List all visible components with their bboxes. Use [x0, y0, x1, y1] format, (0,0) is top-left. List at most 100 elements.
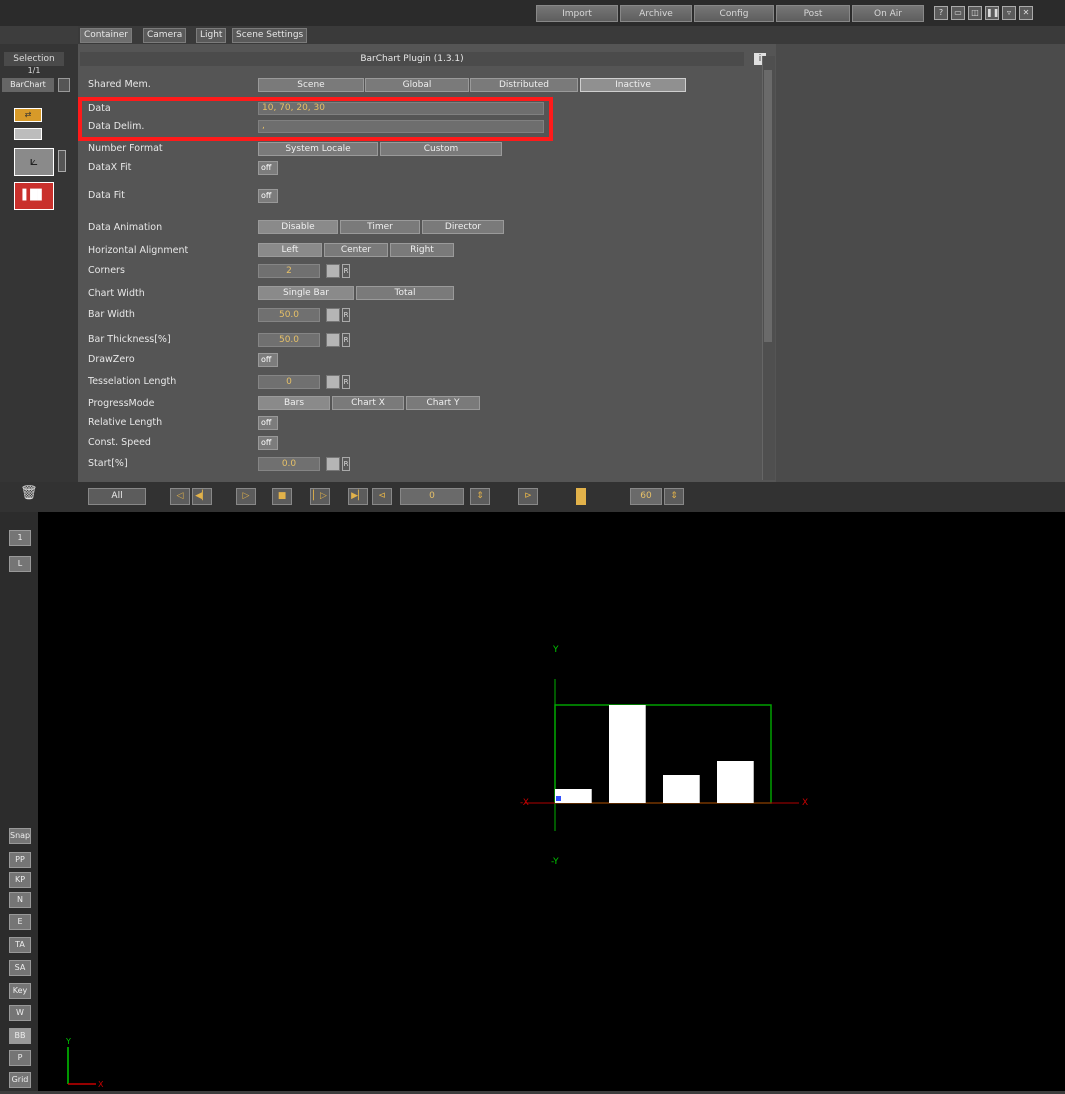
render-viewport[interactable]: Y -Y X -X Y X	[38, 512, 1065, 1091]
n-button[interactable]: N	[9, 892, 31, 908]
pause-icon[interactable]: ❚❚	[985, 6, 999, 20]
neg-x-axis-label: -X	[520, 798, 529, 808]
w-button[interactable]: W	[9, 1005, 31, 1021]
p-button[interactable]: P	[9, 1050, 31, 1066]
container-icon[interactable]: ⇄	[14, 108, 42, 122]
tab-container[interactable]: Container	[80, 28, 132, 43]
bb-button[interactable]: BB	[9, 1028, 31, 1044]
layout-icon[interactable]: ◫	[968, 6, 982, 20]
right-panel	[776, 44, 1065, 482]
post-button[interactable]: Post	[776, 5, 850, 22]
grid-button[interactable]: Grid	[9, 1072, 31, 1088]
data-animation-disable[interactable]: Disable	[258, 220, 338, 234]
align-center[interactable]: Center	[324, 243, 388, 257]
draw-zero-toggle[interactable]: off	[258, 353, 278, 367]
bar-thickness-input[interactable]: 50.0	[258, 333, 320, 347]
bar-thickness-reset[interactable]: R	[342, 333, 350, 347]
shared-mem-inactive[interactable]: Inactive	[580, 78, 686, 92]
start-reset[interactable]: R	[342, 457, 350, 471]
chart-axis-icon[interactable]: ⟀	[14, 148, 54, 176]
sa-button[interactable]: SA	[9, 960, 31, 976]
timeline-filter[interactable]: All	[88, 488, 146, 505]
help-icon[interactable]: ?	[934, 6, 948, 20]
play-icon[interactable]: ▷	[236, 488, 256, 505]
pp-button[interactable]: PP	[9, 852, 31, 868]
selection-stepper[interactable]	[58, 78, 70, 92]
progress-mode-bars[interactable]: Bars	[258, 396, 330, 410]
frame-spinner[interactable]: ⇕	[470, 488, 490, 505]
number-format-system-locale[interactable]: System Locale	[258, 142, 378, 156]
progress-mode-chart-y[interactable]: Chart Y	[406, 396, 480, 410]
tab-scene-settings[interactable]: Scene Settings	[232, 28, 308, 43]
end-frame-spinner[interactable]: ⇕	[664, 488, 684, 505]
minimize-icon[interactable]: ▿	[1002, 6, 1016, 20]
gizmo-x-label: X	[98, 1080, 104, 1089]
data-animation-director[interactable]: Director	[422, 220, 504, 234]
const-speed-label: Const. Speed	[88, 437, 151, 448]
go-end-icon[interactable]: ▶▏	[348, 488, 368, 505]
ta-button[interactable]: TA	[9, 937, 31, 953]
align-right[interactable]: Right	[390, 243, 454, 257]
go-start-icon[interactable]: ◁	[170, 488, 190, 505]
gizmo-y-label: Y	[65, 1037, 71, 1046]
end-frame-input[interactable]: 60	[630, 488, 662, 505]
corners-spinner[interactable]	[326, 264, 340, 278]
trash-icon[interactable]: 🗑	[20, 485, 38, 507]
bar-4	[717, 761, 754, 803]
relative-length-toggle[interactable]: off	[258, 416, 278, 430]
start-input[interactable]: 0.0	[258, 457, 320, 471]
on-air-button[interactable]: On Air	[852, 5, 924, 22]
panel-scrollbar-thumb[interactable]	[764, 70, 772, 342]
icon-expand-handle[interactable]	[58, 150, 66, 172]
step-forward-icon[interactable]: ▏▷	[310, 488, 330, 505]
number-format-label: Number Format	[88, 143, 163, 154]
stop-icon[interactable]: ■	[272, 488, 292, 505]
datax-fit-toggle[interactable]: off	[258, 161, 278, 175]
chart-width-total[interactable]: Total	[356, 286, 454, 300]
bar-width-input[interactable]: 50.0	[258, 308, 320, 322]
bar-thickness-spinner[interactable]	[326, 333, 340, 347]
relative-length-label: Relative Length	[88, 417, 163, 428]
view-number-button[interactable]: 1	[9, 530, 31, 546]
data-fit-toggle[interactable]: off	[258, 189, 278, 203]
chart-width-single-bar[interactable]: Single Bar	[258, 286, 354, 300]
window-icon[interactable]: ▭	[951, 6, 965, 20]
kp-button[interactable]: KP	[9, 872, 31, 888]
tab-light[interactable]: Light	[196, 28, 227, 43]
close-icon[interactable]: ✕	[1019, 6, 1033, 20]
align-left[interactable]: Left	[258, 243, 322, 257]
corners-reset[interactable]: R	[342, 264, 350, 278]
bar-2	[609, 705, 646, 803]
const-speed-toggle[interactable]: off	[258, 436, 278, 450]
shared-mem-distributed[interactable]: Distributed	[470, 78, 578, 92]
shared-mem-global[interactable]: Global	[365, 78, 469, 92]
progress-mode-chart-x[interactable]: Chart X	[332, 396, 404, 410]
bar-width-spinner[interactable]	[326, 308, 340, 322]
selected-item[interactable]: BarChart	[2, 78, 54, 92]
keyframe-next-icon[interactable]: ⊳	[518, 488, 538, 505]
import-button[interactable]: Import	[536, 5, 618, 22]
barchart-plugin-icon[interactable]: ▌█▌	[14, 182, 54, 210]
snap-button[interactable]: Snap	[9, 828, 31, 844]
layer-button[interactable]: L	[9, 556, 31, 572]
tesselation-length-input[interactable]: 0	[258, 375, 320, 389]
key-button[interactable]: Key	[9, 983, 31, 999]
data-animation-timer[interactable]: Timer	[340, 220, 420, 234]
tab-camera[interactable]: Camera	[143, 28, 187, 43]
tesselation-length-reset[interactable]: R	[342, 375, 350, 389]
marker-icon[interactable]	[576, 488, 586, 505]
e-button[interactable]: E	[9, 914, 31, 930]
archive-button[interactable]: Archive	[620, 5, 692, 22]
config-button[interactable]: Config	[694, 5, 774, 22]
corners-input[interactable]: 2	[258, 264, 320, 278]
shared-mem-scene[interactable]: Scene	[258, 78, 364, 92]
step-back-icon[interactable]: ◀▏	[192, 488, 212, 505]
progress-mode-label: ProgressMode	[88, 398, 155, 409]
tesselation-length-spinner[interactable]	[326, 375, 340, 389]
start-spinner[interactable]	[326, 457, 340, 471]
keyframe-prev-icon[interactable]: ⊲	[372, 488, 392, 505]
bar-width-reset[interactable]: R	[342, 308, 350, 322]
number-format-custom[interactable]: Custom	[380, 142, 502, 156]
transform-icon[interactable]	[14, 128, 42, 140]
frame-input[interactable]: 0	[400, 488, 464, 505]
